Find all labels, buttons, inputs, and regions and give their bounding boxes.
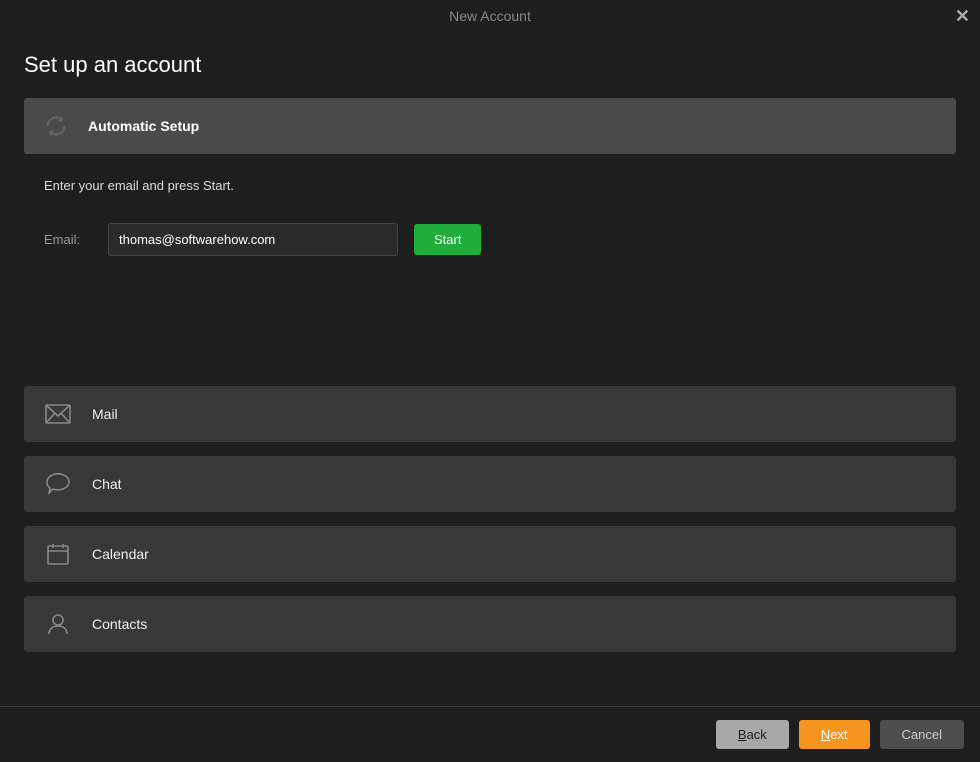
option-label: Calendar [92,546,149,562]
refresh-icon [44,114,68,138]
automatic-setup-label: Automatic Setup [88,118,199,134]
automatic-setup-banner[interactable]: Automatic Setup [24,98,956,154]
email-label: Email: [44,232,92,247]
option-label: Contacts [92,616,147,632]
cancel-button[interactable]: Cancel [880,720,964,749]
titlebar: New Account ✕ [0,0,980,32]
calendar-icon [44,540,72,568]
email-row: Email: Start [44,223,956,256]
page-title: Set up an account [24,52,956,78]
back-button[interactable]: Back [716,720,789,749]
chat-icon [44,470,72,498]
mail-icon [44,400,72,428]
option-label: Mail [92,406,118,422]
option-contacts[interactable]: Contacts [24,596,956,652]
close-icon[interactable]: ✕ [955,6,970,27]
footer: Back Next Cancel [0,706,980,762]
contacts-icon [44,610,72,638]
option-label: Chat [92,476,122,492]
next-button[interactable]: Next [799,720,870,749]
window-title: New Account [449,8,531,24]
instruction-text: Enter your email and press Start. [44,178,956,193]
option-calendar[interactable]: Calendar [24,526,956,582]
start-button[interactable]: Start [414,224,481,255]
email-field[interactable] [108,223,398,256]
option-chat[interactable]: Chat [24,456,956,512]
option-mail[interactable]: Mail [24,386,956,442]
